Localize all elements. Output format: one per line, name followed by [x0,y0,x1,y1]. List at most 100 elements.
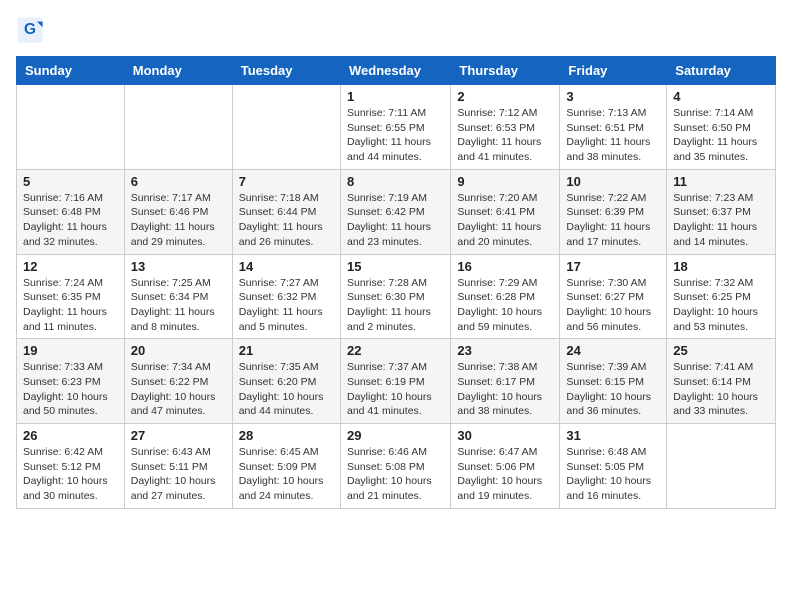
day-info: Sunrise: 7:17 AM Sunset: 6:46 PM Dayligh… [131,191,226,250]
day-info: Sunrise: 7:41 AM Sunset: 6:14 PM Dayligh… [673,360,769,419]
day-header-monday: Monday [124,57,232,85]
day-number: 14 [239,259,334,274]
svg-text:G: G [24,21,36,38]
calendar-cell: 4Sunrise: 7:14 AM Sunset: 6:50 PM Daylig… [667,85,776,170]
day-info: Sunrise: 6:46 AM Sunset: 5:08 PM Dayligh… [347,445,444,504]
day-number: 11 [673,174,769,189]
day-number: 22 [347,343,444,358]
day-number: 31 [566,428,660,443]
calendar-week-3: 12Sunrise: 7:24 AM Sunset: 6:35 PM Dayli… [17,254,776,339]
day-info: Sunrise: 7:28 AM Sunset: 6:30 PM Dayligh… [347,276,444,335]
day-number: 24 [566,343,660,358]
day-number: 4 [673,89,769,104]
calendar-cell [667,424,776,509]
day-info: Sunrise: 6:47 AM Sunset: 5:06 PM Dayligh… [457,445,553,504]
day-info: Sunrise: 7:16 AM Sunset: 6:48 PM Dayligh… [23,191,118,250]
calendar-cell: 28 Sunrise: 6:45 AM Sunset: 5:09 PM Dayli… [232,424,340,509]
day-number: 17 [566,259,660,274]
calendar-cell: 31 Sunrise: 6:48 AM Sunset: 5:05 PM Dayli… [560,424,667,509]
day-number: 20 [131,343,226,358]
day-number: 16 [457,259,553,274]
calendar-table: SundayMondayTuesdayWednesdayThursdayFrid… [16,56,776,509]
logo: G [16,16,48,44]
day-number: 29 [347,428,444,443]
day-info: Sunrise: 6:45 AM Sunset: 5:09 PM Dayligh… [239,445,334,504]
calendar-cell: 30 Sunrise: 6:47 AM Sunset: 5:06 PM Dayli… [451,424,560,509]
day-number: 21 [239,343,334,358]
day-number: 10 [566,174,660,189]
day-info: Sunrise: 7:24 AM Sunset: 6:35 PM Dayligh… [23,276,118,335]
day-number: 26 [23,428,118,443]
day-info: Sunrise: 7:22 AM Sunset: 6:39 PM Dayligh… [566,191,660,250]
day-info: Sunrise: 7:35 AM Sunset: 6:20 PM Dayligh… [239,360,334,419]
calendar-cell: 21 Sunrise: 7:35 AM Sunset: 6:20 PM Dayli… [232,339,340,424]
calendar-week-2: 5 Sunrise: 7:16 AM Sunset: 6:48 PM Daylig… [17,169,776,254]
day-number: 13 [131,259,226,274]
calendar-cell: 5 Sunrise: 7:16 AM Sunset: 6:48 PM Daylig… [17,169,125,254]
day-info: Sunrise: 7:20 AM Sunset: 6:41 PM Dayligh… [457,191,553,250]
day-info: Sunrise: 7:37 AM Sunset: 6:19 PM Dayligh… [347,360,444,419]
day-number: 7 [239,174,334,189]
day-number: 25 [673,343,769,358]
calendar-cell: 13 Sunrise: 7:25 AM Sunset: 6:34 PM Dayli… [124,254,232,339]
calendar-cell [124,85,232,170]
day-info: Sunrise: 7:29 AM Sunset: 6:28 PM Dayligh… [457,276,553,335]
calendar-cell: 19Sunrise: 7:33 AM Sunset: 6:23 PM Dayli… [17,339,125,424]
day-info: Sunrise: 7:30 AM Sunset: 6:27 PM Dayligh… [566,276,660,335]
calendar-cell: 9 Sunrise: 7:20 AM Sunset: 6:41 PM Daylig… [451,169,560,254]
day-info: Sunrise: 7:34 AM Sunset: 6:22 PM Dayligh… [131,360,226,419]
calendar-week-4: 19Sunrise: 7:33 AM Sunset: 6:23 PM Dayli… [17,339,776,424]
calendar-cell: 11 Sunrise: 7:23 AM Sunset: 6:37 PM Dayli… [667,169,776,254]
calendar-week-1: 1Sunrise: 7:11 AM Sunset: 6:55 PM Daylig… [17,85,776,170]
day-number: 8 [347,174,444,189]
day-number: 9 [457,174,553,189]
day-info: Sunrise: 7:18 AM Sunset: 6:44 PM Dayligh… [239,191,334,250]
day-number: 5 [23,174,118,189]
day-number: 27 [131,428,226,443]
day-number: 1 [347,89,444,104]
calendar-cell: 18 Sunrise: 7:32 AM Sunset: 6:25 PM Dayli… [667,254,776,339]
day-number: 30 [457,428,553,443]
day-header-tuesday: Tuesday [232,57,340,85]
day-header-saturday: Saturday [667,57,776,85]
day-info: Sunrise: 7:19 AM Sunset: 6:42 PM Dayligh… [347,191,444,250]
day-info: Sunrise: 7:12 AM Sunset: 6:53 PM Dayligh… [457,106,553,165]
day-info: Sunrise: 6:48 AM Sunset: 5:05 PM Dayligh… [566,445,660,504]
calendar-cell: 23 Sunrise: 7:38 AM Sunset: 6:17 PM Dayli… [451,339,560,424]
day-info: Sunrise: 7:38 AM Sunset: 6:17 PM Dayligh… [457,360,553,419]
calendar-cell: 10 Sunrise: 7:22 AM Sunset: 6:39 PM Dayli… [560,169,667,254]
calendar-cell: 14 Sunrise: 7:27 AM Sunset: 6:32 PM Dayli… [232,254,340,339]
day-info: Sunrise: 7:27 AM Sunset: 6:32 PM Dayligh… [239,276,334,335]
day-info: Sunrise: 7:13 AM Sunset: 6:51 PM Dayligh… [566,106,660,165]
day-info: Sunrise: 7:23 AM Sunset: 6:37 PM Dayligh… [673,191,769,250]
day-number: 2 [457,89,553,104]
day-info: Sunrise: 7:25 AM Sunset: 6:34 PM Dayligh… [131,276,226,335]
day-number: 23 [457,343,553,358]
calendar-cell: 3 Sunrise: 7:13 AM Sunset: 6:51 PM Daylig… [560,85,667,170]
day-number: 15 [347,259,444,274]
calendar-cell: 12Sunrise: 7:24 AM Sunset: 6:35 PM Dayli… [17,254,125,339]
day-header-thursday: Thursday [451,57,560,85]
calendar-cell: 1Sunrise: 7:11 AM Sunset: 6:55 PM Daylig… [340,85,450,170]
calendar-cell: 7 Sunrise: 7:18 AM Sunset: 6:44 PM Daylig… [232,169,340,254]
calendar-week-5: 26 Sunrise: 6:42 AM Sunset: 5:12 PM Dayli… [17,424,776,509]
calendar-cell: 2 Sunrise: 7:12 AM Sunset: 6:53 PM Daylig… [451,85,560,170]
calendar-cell: 29 Sunrise: 6:46 AM Sunset: 5:08 PM Dayli… [340,424,450,509]
day-info: Sunrise: 6:43 AM Sunset: 5:11 PM Dayligh… [131,445,226,504]
day-number: 28 [239,428,334,443]
calendar-cell: 26 Sunrise: 6:42 AM Sunset: 5:12 PM Dayli… [17,424,125,509]
day-number: 3 [566,89,660,104]
day-number: 18 [673,259,769,274]
day-info: Sunrise: 6:42 AM Sunset: 5:12 PM Dayligh… [23,445,118,504]
day-info: Sunrise: 7:33 AM Sunset: 6:23 PM Dayligh… [23,360,118,419]
calendar-cell: 16 Sunrise: 7:29 AM Sunset: 6:28 PM Dayli… [451,254,560,339]
calendar-cell: 17 Sunrise: 7:30 AM Sunset: 6:27 PM Dayli… [560,254,667,339]
calendar-cell: 20 Sunrise: 7:34 AM Sunset: 6:22 PM Dayli… [124,339,232,424]
calendar-cell [232,85,340,170]
day-header-sunday: Sunday [17,57,125,85]
day-number: 6 [131,174,226,189]
day-header-friday: Friday [560,57,667,85]
day-header-wednesday: Wednesday [340,57,450,85]
calendar-cell [17,85,125,170]
day-info: Sunrise: 7:32 AM Sunset: 6:25 PM Dayligh… [673,276,769,335]
